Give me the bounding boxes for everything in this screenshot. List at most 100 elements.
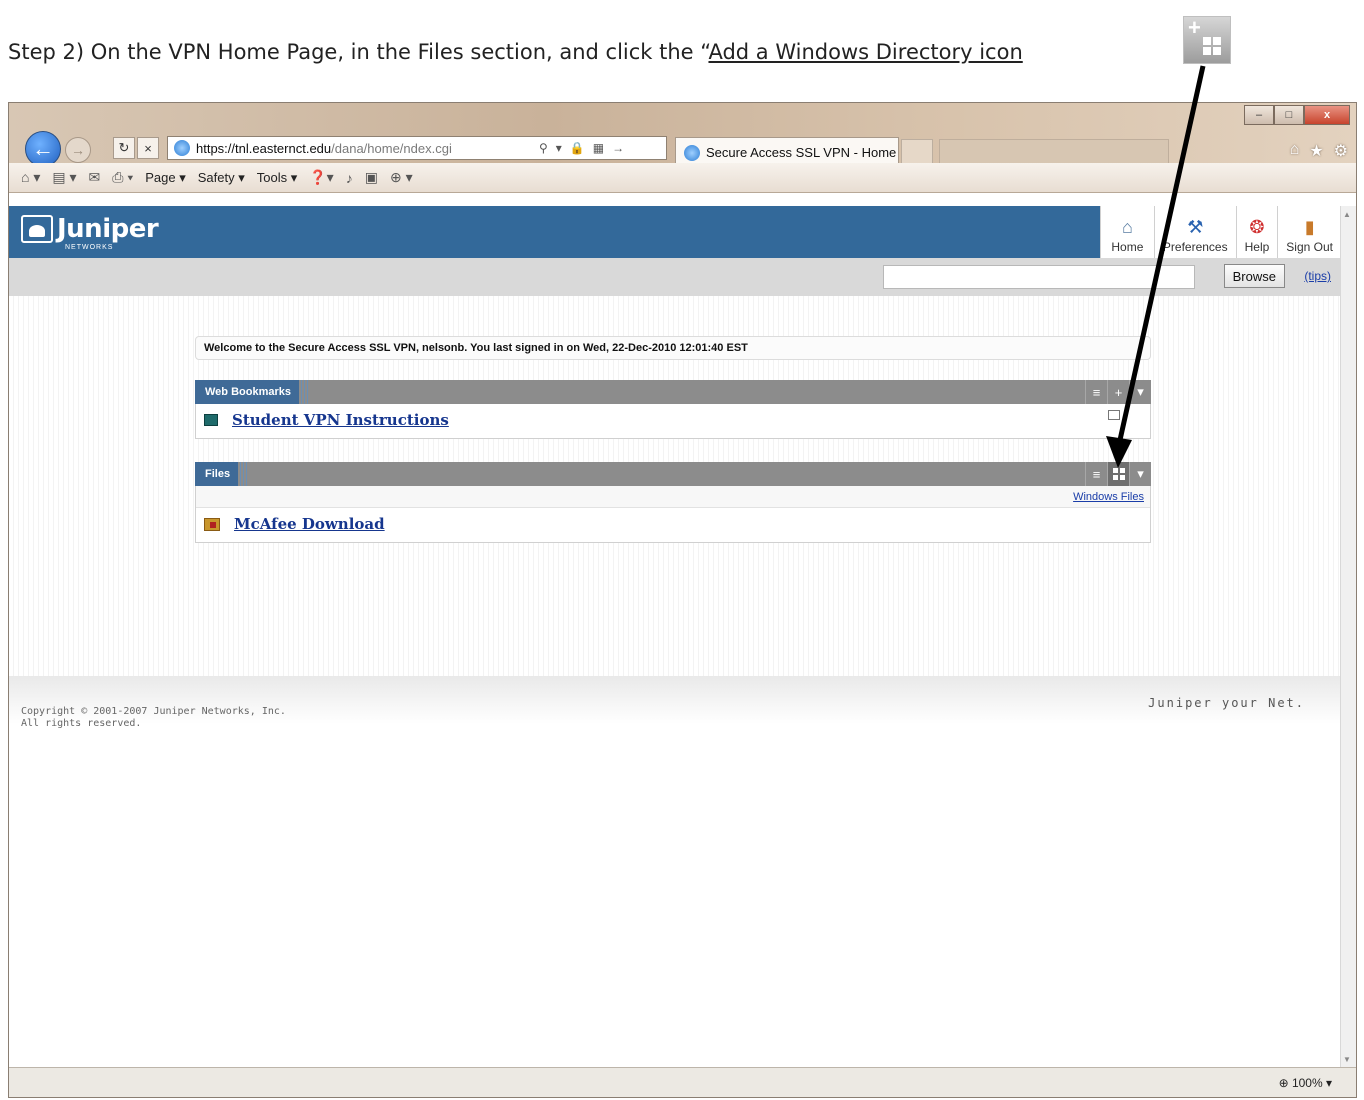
door-icon: ▮ [1304, 217, 1315, 237]
back-button[interactable]: ← [25, 131, 61, 167]
instruction-link: Add a Windows Directory icon [708, 40, 1023, 64]
nav-home[interactable]: ⌂ Home [1099, 206, 1154, 258]
window-controls: – □ x [1244, 105, 1350, 125]
bookmark-link[interactable]: Student VPN Instructions [232, 411, 449, 429]
maximize-button[interactable]: □ [1274, 105, 1304, 125]
new-window-icon[interactable] [1108, 410, 1120, 420]
vertical-scrollbar[interactable]: ▲ ▼ [1340, 206, 1356, 1068]
files-panel: Windows Files McAfee Download [195, 486, 1151, 543]
copyright-line-2: All rights reserved. [21, 718, 142, 729]
brand-name: Juniper [57, 214, 159, 244]
refresh-button[interactable]: ↻ [113, 137, 135, 159]
copyright-line-1: Copyright © 2001-2007 Juniper Networks, … [21, 706, 286, 717]
url-path: /dana/home/ndex.cgi [331, 140, 452, 156]
dropdown-icon[interactable]: ▾ [556, 141, 562, 155]
list-item: McAfee Download [196, 508, 1150, 540]
scroll-down-icon[interactable]: ▼ [1343, 1055, 1351, 1064]
home-icon[interactable]: ⌂ [1290, 141, 1300, 161]
plus-icon: + [1188, 15, 1201, 40]
nav-signout-label: Sign Out [1286, 240, 1333, 254]
home-icon[interactable]: ⌂ ▾ [21, 169, 40, 186]
list-icon[interactable]: ≡ [1085, 380, 1107, 404]
tips-link-wrap: (tips) [1304, 269, 1331, 283]
gear-icon[interactable]: ⚙ [1334, 141, 1348, 161]
browse-bar: Browse (tips) [9, 258, 1341, 296]
page-footer: Copyright © 2001-2007 Juniper Networks, … [9, 676, 1341, 756]
ie-icon [174, 140, 190, 156]
command-bar: ⌂ ▾ ▤ ▾ ✉ ⎙ ▾ Page ▾ Safety ▾ Tools ▾ ❓▾… [9, 163, 1356, 193]
minimize-button[interactable]: – [1244, 105, 1274, 125]
tagline: Juniper your Net. [1148, 696, 1305, 710]
stop-button[interactable]: × [137, 137, 159, 159]
juniper-logo: Juniper NETWORKS [21, 214, 159, 251]
nav-preferences-label: Preferences [1162, 240, 1228, 254]
menu-tools[interactable]: Tools ▾ [257, 170, 298, 186]
search-icon[interactable]: ⚲ [539, 141, 548, 155]
onenote-icon[interactable]: ▣ [365, 169, 378, 186]
tab-title: Secure Access SSL VPN - Home [706, 145, 897, 160]
forward-button[interactable]: → [65, 137, 91, 163]
research-icon[interactable]: ♪ [346, 170, 353, 186]
close-button[interactable]: x [1304, 105, 1350, 125]
mail-icon[interactable]: ✉ [89, 169, 101, 186]
new-tab-button[interactable] [901, 139, 933, 165]
folder-icon [204, 517, 220, 531]
favorites-icon[interactable]: ★ [1309, 141, 1323, 161]
bookmarks-controls: ≡ + ▾ [1085, 380, 1151, 404]
browse-input[interactable] [883, 265, 1195, 289]
feeds-icon[interactable]: ▤ ▾ [52, 169, 76, 186]
files-controls: ≡ ▾ [1085, 462, 1151, 486]
bookmark-icon [204, 414, 218, 426]
nav-signout[interactable]: ▮ Sign Out [1277, 206, 1341, 258]
wrench-icon: ⚒ [1187, 217, 1204, 237]
bookmarks-panel: Student VPN Instructions [195, 404, 1151, 439]
copyright: Copyright © 2001-2007 Juniper Networks, … [21, 706, 286, 730]
print-icon[interactable]: ⎙ ▾ [112, 169, 133, 186]
juniper-header: Juniper NETWORKS ⌂ Home ⚒ Preferences ❂ … [9, 206, 1341, 258]
nav-preferences[interactable]: ⚒ Preferences [1153, 206, 1236, 258]
add-windows-directory-icon[interactable] [1107, 462, 1129, 486]
nav-help-label: Help [1244, 240, 1270, 254]
zoom-level[interactable]: ⊕ 100% ▾ [1279, 1076, 1332, 1090]
scroll-up-icon[interactable]: ▲ [1343, 210, 1351, 219]
status-bar: ⊕ 100% ▾ [9, 1067, 1356, 1097]
instruction-prefix: Step 2) On the VPN Home Page, in the Fil… [8, 40, 709, 64]
menu-safety[interactable]: Safety ▾ [198, 170, 245, 186]
address-tools: ⚲ ▾ 🔒 ▦ → [539, 136, 624, 160]
browser-window: – □ x ← → ↻ × https://tnl.easternct.edu /… [8, 102, 1357, 1098]
browser-titlebar: – □ x ← → ↻ × https://tnl.easternct.edu /… [9, 103, 1356, 193]
add-icon[interactable]: + [1107, 380, 1129, 404]
tab-inactive[interactable] [939, 139, 1169, 165]
files-panel-header: Files ≡ ▾ [195, 462, 1151, 486]
browser-icons: ⌂ ★ ⚙ [1290, 141, 1348, 161]
files-title: Files [195, 462, 249, 486]
lock-icon[interactable]: 🔒 [570, 141, 585, 155]
browse-button[interactable]: Browse [1223, 264, 1285, 288]
bookmarks-panel-header: Web Bookmarks ≡ + ▾ [195, 380, 1151, 404]
toolbar-nav: ⌂ Home ⚒ Preferences ❂ Help ▮ Sign Out [1099, 206, 1341, 258]
nav-help[interactable]: ❂ Help [1235, 206, 1278, 258]
tips-link[interactable]: (tips) [1304, 269, 1331, 283]
juniper-logo-icon [21, 215, 53, 243]
brand-sub: NETWORKS [65, 244, 114, 251]
list-icon[interactable]: ≡ [1085, 462, 1107, 486]
zoom-icon[interactable]: ⊕ ▾ [390, 169, 413, 186]
chevron-down-icon[interactable]: ▾ [1129, 380, 1151, 404]
instruction-text: Step 2) On the VPN Home Page, in the Fil… [8, 40, 1023, 64]
help-icon[interactable]: ❓▾ [309, 169, 333, 186]
add-windows-directory-icon-large: + [1183, 15, 1231, 64]
grid-icon [1112, 468, 1125, 480]
lifebuoy-icon: ❂ [1249, 217, 1265, 237]
compat-icon[interactable]: ▦ [593, 141, 604, 155]
welcome-message: Welcome to the Secure Access SSL VPN, ne… [195, 336, 1151, 360]
menu-page[interactable]: Page ▾ [145, 170, 186, 186]
nav-home-label: Home [1111, 240, 1144, 254]
list-item: Student VPN Instructions [196, 404, 1150, 436]
juniper-page: Juniper NETWORKS ⌂ Home ⚒ Preferences ❂ … [9, 206, 1341, 1068]
windows-files-link[interactable]: Windows Files [1073, 491, 1144, 503]
file-link[interactable]: McAfee Download [234, 515, 385, 533]
windows-files-row: Windows Files [196, 486, 1150, 508]
chevron-down-icon[interactable]: ▾ [1129, 462, 1151, 486]
go-icon[interactable]: → [612, 141, 624, 155]
bookmarks-title: Web Bookmarks [195, 380, 309, 404]
